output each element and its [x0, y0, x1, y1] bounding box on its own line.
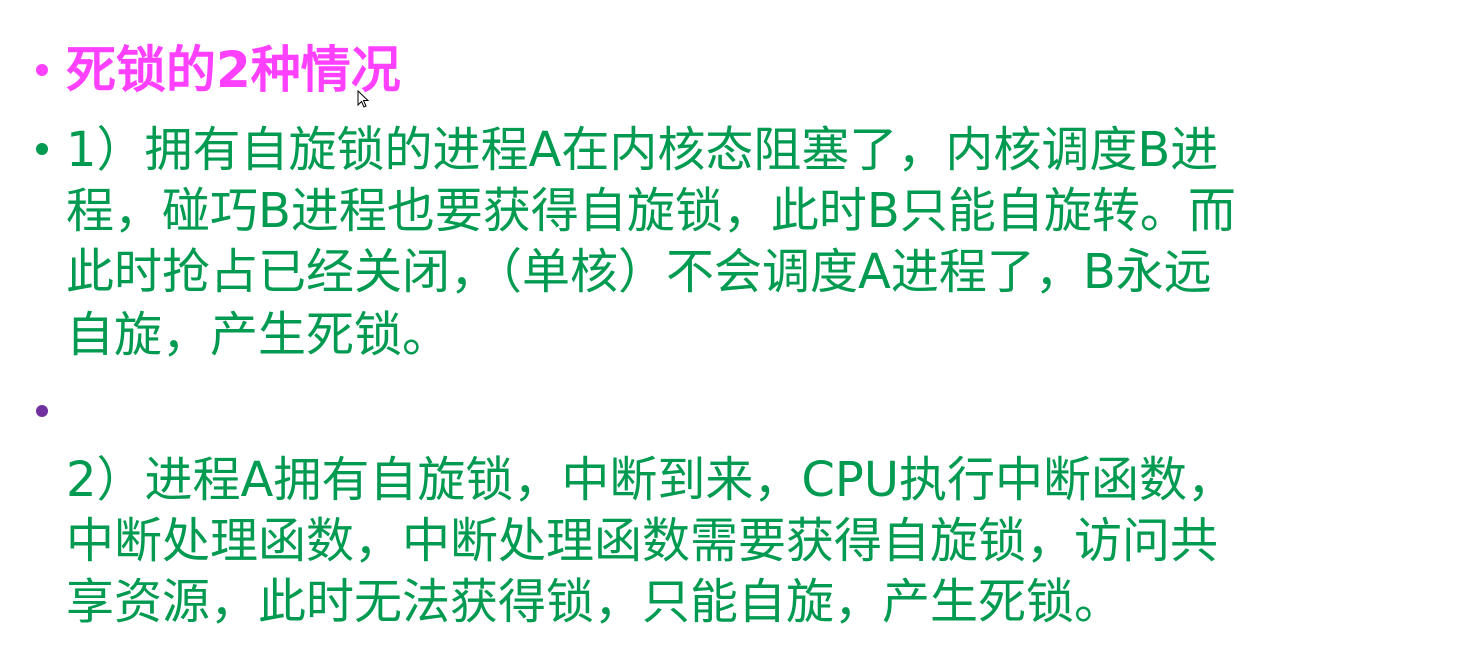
mouse-cursor-icon [357, 90, 370, 108]
point1-line: 此时抢占已经关闭，（单核）不会调度A进程了，B永远 [66, 244, 1212, 300]
title-bullet [36, 64, 48, 76]
point2-bullet [36, 405, 48, 417]
point1-line: 1）拥有自旋锁的进程A在内核态阻塞了，内核调度B进 [66, 122, 1219, 178]
point1-line: 自旋，产生死锁。 [66, 307, 451, 363]
point2-line: 享资源，此时无法获得锁，只能自旋，产生死锁。 [66, 574, 1123, 630]
slide-title: 死锁的2种情况 [66, 41, 401, 99]
point1-bullet [36, 143, 48, 155]
point2-line: 2）进程A拥有自旋锁，中断到来，CPU执行中断函数， [66, 452, 1235, 508]
point2-line: 中断处理函数，中断处理函数需要获得自旋锁，访问共 [66, 513, 1219, 569]
point1-line: 程，碰巧B进程也要获得自旋锁，此时B只能自旋转。而 [66, 183, 1236, 239]
